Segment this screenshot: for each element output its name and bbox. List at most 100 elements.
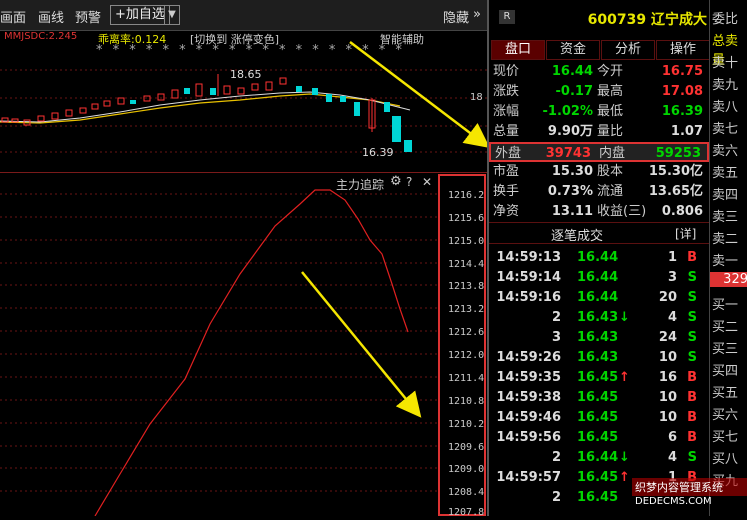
trade-price: 16.43 [577, 310, 619, 325]
y-axis-label: 1215.6 [448, 213, 485, 224]
close-icon[interactable]: ✕ [422, 175, 432, 189]
order-book-label: 卖二 [712, 232, 739, 247]
quote-row: 换手 0.73% 流通 13.65亿 [489, 182, 709, 202]
main-force-tracking-panel[interactable]: 主力追踪 ⚙ ? ✕ [0, 174, 440, 517]
quote-label: 换手 [493, 184, 520, 199]
trade-price: 16.45 [577, 390, 619, 405]
chevron-down-icon[interactable]: ▼ [164, 5, 180, 25]
quote-value: 0.73% [547, 184, 593, 199]
trade-price: 16.45 [577, 430, 619, 445]
order-book-label: 买三 [712, 342, 739, 357]
y-axis-label: 1213.2 [448, 304, 485, 315]
trade-time: 3 [551, 330, 561, 345]
quote-row: 外盘 39743 内盘 59253 [489, 142, 709, 162]
watermark-text: 织梦内容管理系统 [632, 478, 747, 496]
quote-label: 净资 [493, 204, 520, 219]
order-book-label: 卖三 [712, 210, 739, 225]
quote-label: 流通 [597, 184, 624, 199]
trade-row: 14:59:26 16.43 10 S [489, 348, 709, 368]
margin-badge: R [499, 10, 515, 24]
trade-side: B [687, 430, 697, 445]
tab-order-book[interactable]: 盘口 [491, 40, 545, 60]
trade-row: 3 16.43 24 S [489, 328, 709, 348]
order-book-label: 329 [710, 272, 747, 287]
quote-value: 13.11 [551, 204, 593, 219]
quote-row: 涨跌 -0.17 最高 17.08 [489, 82, 709, 102]
toolbar-item-draw[interactable]: 画线 [38, 7, 64, 26]
trade-side: B [687, 250, 697, 265]
order-book-label: 卖九 [712, 78, 739, 93]
watermark-site: DEDECMS.COM [635, 496, 712, 507]
hide-button[interactable]: 隐藏 [443, 7, 469, 26]
toolbar: 画面 画线 预警 +加自选 ▼ 隐藏 » [0, 0, 487, 31]
trade-time: 14:59:13 [496, 250, 561, 265]
trade-price: 16.45 [577, 470, 619, 485]
order-book-label: 卖七 [712, 122, 739, 137]
quote-value: 15.30亿 [648, 164, 703, 179]
trade-volume: 10 [658, 350, 677, 365]
trade-price: 16.44 [577, 270, 619, 285]
order-book-label: 买八 [712, 452, 739, 467]
tab-funds[interactable]: 资金 [546, 40, 600, 60]
quote-label: 最高 [597, 84, 624, 99]
help-icon[interactable]: ? [406, 175, 412, 189]
trade-price: 16.43 [577, 330, 619, 345]
order-book-label: 卖四 [712, 188, 739, 203]
quote-label: 内盘 [599, 146, 626, 161]
trade-volume: 6 [667, 430, 677, 445]
double-chevron-right-icon[interactable]: » [473, 7, 481, 22]
trade-side: S [687, 310, 697, 325]
order-book-label: 买七 [712, 430, 739, 445]
trade-side: S [687, 350, 697, 365]
order-book-label: 委比 [712, 12, 739, 27]
gear-icon[interactable]: ⚙ [390, 174, 402, 189]
stock-code-name: 600739 辽宁成大 [587, 12, 707, 28]
stock-header: R 600739 辽宁成大 [489, 6, 709, 28]
quote-tabs: 盘口 资金 分析 操作 [489, 40, 710, 60]
tracking-line [94, 189, 409, 517]
tab-analysis[interactable]: 分析 [601, 40, 655, 60]
trade-side: S [687, 330, 697, 345]
quote-row: 涨幅 -1.02% 最低 16.39 [489, 102, 709, 122]
y-axis-label: 1208.4 [448, 487, 485, 498]
tracking-chart [0, 189, 438, 517]
watermark: 织梦内容管理系统 DEDECMS.COM [632, 478, 747, 516]
order-book-label: 卖一 [712, 254, 739, 269]
quote-label: 量比 [597, 124, 624, 139]
trade-time: 14:59:56 [496, 430, 561, 445]
tab-operation[interactable]: 操作 [656, 40, 710, 60]
quote-label: 收益(三) [597, 204, 647, 219]
y-axis-label: 1210.8 [448, 396, 485, 407]
trade-volume: 4 [667, 310, 677, 325]
order-book-label: 卖八 [712, 100, 739, 115]
y-axis-label: 1209.6 [448, 442, 485, 453]
trade-time: 14:59:46 [496, 410, 561, 425]
toolbar-item-alert[interactable]: 预警 [75, 7, 101, 26]
quote-value: 15.30 [551, 164, 593, 179]
trade-row: 2 16.44 ↓ 4 S [489, 448, 709, 468]
quote-label: 股本 [597, 164, 624, 179]
y-axis-label: 1215.0 [448, 236, 485, 247]
trade-time: 14:59:35 [496, 370, 561, 385]
trade-volume: 20 [658, 290, 677, 305]
y-axis-label: 1213.8 [448, 281, 485, 292]
trade-price: 16.45 [577, 490, 619, 505]
trade-detail-button[interactable]: [详] [675, 225, 696, 242]
quote-value: 1.07 [670, 124, 703, 139]
order-book-label: 买一 [712, 298, 739, 313]
tracking-y-axis: 1216.2 1215.6 1215.0 1214.4 1213.8 1213.… [438, 174, 486, 518]
add-watchlist-button[interactable]: +加自选 [110, 5, 170, 25]
y-axis-label: 1214.4 [448, 259, 485, 270]
quote-value: 39743 [545, 146, 591, 161]
trade-direction-icon: ↑ [619, 370, 630, 385]
quote-row: 市盈 15.30 股本 15.30亿 [489, 162, 709, 182]
quote-value: 9.90万 [547, 124, 593, 139]
trade-detail-header: 逐笔成交 [详] [489, 222, 709, 244]
trade-row: 14:59:13 16.44 1 B [489, 248, 709, 268]
trade-time: 14:59:16 [496, 290, 561, 305]
toolbar-item-screen[interactable]: 画面 [0, 7, 26, 26]
quote-label: 现价 [493, 64, 520, 79]
quote-label: 涨跌 [493, 84, 520, 99]
trade-side: B [687, 370, 697, 385]
quote-label: 市盈 [493, 164, 520, 179]
